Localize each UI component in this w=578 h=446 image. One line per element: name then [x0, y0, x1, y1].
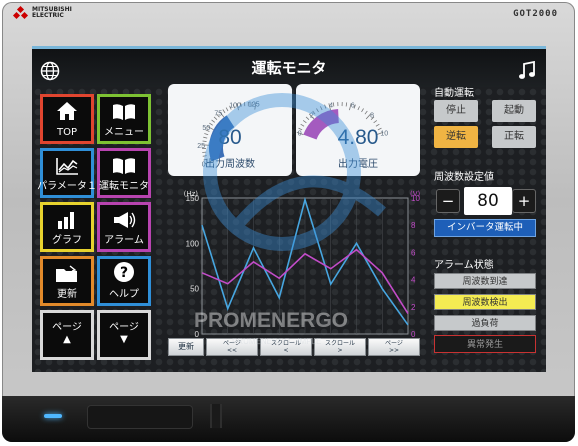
help-icon: ? — [113, 261, 135, 289]
gauge-0: 0 25 50 75 100 125 80 出力周波数 — [168, 84, 292, 176]
frequency-plus-button[interactable]: + — [512, 189, 536, 213]
nav-button-2[interactable]: パラメータ１ — [37, 148, 97, 198]
gauge-value: 80 — [218, 126, 242, 149]
alarm-item-3: 異常発生 — [434, 335, 536, 353]
chart-control-button-0[interactable]: 更新 — [168, 338, 204, 356]
nav-button-1[interactable]: メニュー — [97, 94, 151, 144]
svg-text:?: ? — [120, 265, 128, 281]
usb-cover — [88, 406, 192, 428]
nav-button-label: 更新 — [57, 289, 77, 300]
frequency-label: 周波数設定値 — [434, 172, 494, 183]
nav-button-label: TOP — [56, 127, 77, 138]
chart-control-button-1[interactable]: ページ << — [206, 338, 258, 356]
nav-button-label: ページ ▲ — [52, 322, 82, 345]
brand-logo: MITSUBISHI ELECTRIC — [12, 5, 72, 20]
gauge-tick-label: 8 — [370, 113, 374, 120]
nav-button-7[interactable]: ? ヘルプ — [97, 256, 151, 306]
nav-button-label: アラーム — [104, 235, 144, 246]
megaphone-icon — [112, 211, 136, 235]
slot-icon — [210, 404, 222, 428]
hmi-screen: 運転モニタ TOP メニュー パラメータ１ 運転モニタ グラフ アラーム 更新? ヘルプ ページ… — [32, 46, 546, 372]
gauge-1: 0 2 4 6 8 10 4.80 出力電圧 — [296, 84, 420, 176]
nav-button-4[interactable]: グラフ — [40, 202, 94, 252]
inverter-status-badge: インバータ運転中 — [434, 219, 536, 237]
title-bar: 運転モニタ — [32, 46, 546, 87]
nav-button-6[interactable]: 更新 — [40, 256, 94, 306]
book-icon — [112, 157, 136, 181]
nav-button-label: グラフ — [52, 235, 82, 246]
auto-run-label: 自動運転 — [434, 88, 474, 99]
y-right-tick: 6 — [411, 248, 416, 257]
mitsubishi-logo-icon — [12, 5, 29, 20]
gauge-tick-label: 2 — [310, 113, 314, 120]
alarm-item-0: 周波数到達 — [434, 273, 536, 289]
chart-control-button-2[interactable]: スクロール < — [260, 338, 312, 356]
y-right-tick: 4 — [411, 276, 416, 285]
folder-icon — [55, 265, 79, 289]
gauge-tick-label: 125 — [248, 102, 260, 109]
chart-control-button-3[interactable]: スクロール > — [314, 338, 366, 356]
nav-button-label: 運転モニタ — [99, 181, 149, 192]
gauge-caption: 出力周波数 — [205, 159, 255, 170]
trend-chart: 1501005001086420(Hz) (V) — [184, 190, 421, 339]
nav-button-3[interactable]: 運転モニタ — [97, 148, 151, 198]
nav-button-label: ページ ▼ — [109, 322, 139, 345]
nav-button-8[interactable]: ページ ▲ — [40, 310, 94, 360]
alarm-item-2: 過負荷 — [434, 315, 536, 331]
y-right-label: (V) — [410, 190, 421, 198]
chart-line-icon — [55, 157, 79, 181]
gauge-tick-label: 75 — [214, 111, 222, 118]
home-icon — [56, 101, 78, 127]
nav-button-5[interactable]: アラーム — [97, 202, 151, 252]
frequency-minus-button[interactable]: − — [436, 189, 460, 213]
y-left-label: (Hz) — [184, 190, 199, 198]
gauge-caption: 出力電圧 — [338, 159, 378, 170]
page-title: 運転モニタ — [251, 59, 327, 77]
frequency-value-field[interactable]: 80 — [464, 187, 512, 215]
gauge-tick-label: 6 — [351, 102, 355, 109]
power-led-icon — [44, 414, 62, 418]
chart-control-button-4[interactable]: ページ >> — [368, 338, 420, 356]
brand-line2: ELECTRIC — [32, 12, 64, 19]
music-note-icon[interactable] — [518, 61, 536, 81]
alarm-label: アラーム状態 — [434, 260, 494, 271]
gauge-tick-label: 4 — [329, 102, 333, 109]
auto-run-button-0[interactable]: 停止 — [434, 100, 478, 122]
auto-run-button-1[interactable]: 起動 — [492, 100, 536, 122]
nav-button-label: パラメータ１ — [37, 181, 97, 192]
alarm-item-1: 周波数検出 — [434, 294, 536, 310]
nav-button-0[interactable]: TOP — [40, 94, 94, 144]
bar-chart-icon — [56, 211, 78, 235]
y-right-tick: 8 — [411, 221, 416, 230]
gauge-value: 4.80 — [337, 126, 379, 149]
y-left-tick: 100 — [186, 239, 200, 248]
nav-button-9[interactable]: ページ ▼ — [97, 310, 151, 360]
gauge-tick-label: 100 — [229, 102, 241, 109]
y-right-tick: 2 — [411, 303, 416, 312]
y-left-tick: 50 — [190, 285, 199, 294]
model-label: GOT2000 — [513, 9, 558, 19]
nav-button-label: ヘルプ — [109, 289, 139, 300]
auto-run-button-2[interactable]: 逆転 — [434, 126, 478, 148]
nav-button-label: メニュー — [104, 127, 144, 138]
auto-run-button-3[interactable]: 正転 — [492, 126, 536, 148]
book-icon — [112, 103, 136, 127]
